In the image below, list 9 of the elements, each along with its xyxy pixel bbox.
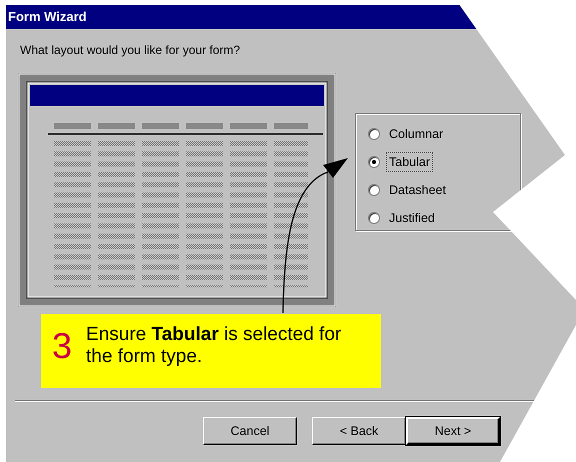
dialog-button[interactable]: Next >: [406, 417, 500, 445]
callout-text: Ensure Tabular is selected for the form type.: [86, 324, 342, 368]
layout-radio-option[interactable]: Columnar: [368, 120, 446, 148]
dialog-button[interactable]: Cancel: [203, 417, 297, 445]
dialog-button[interactable]: < Back: [312, 417, 406, 445]
layout-radio-option[interactable]: Datasheet: [368, 176, 449, 204]
layout-radio-option[interactable]: Justified: [368, 204, 438, 232]
step-number: 3: [52, 328, 72, 364]
prompt-text: What layout would you like for your form?: [20, 42, 242, 59]
